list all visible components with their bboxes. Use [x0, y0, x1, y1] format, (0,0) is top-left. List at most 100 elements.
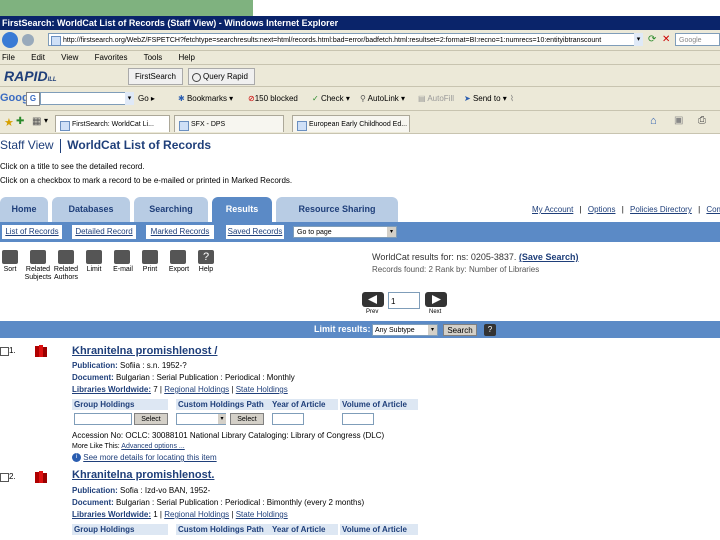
menu-file[interactable]: File [2, 53, 15, 62]
google-search-input[interactable] [40, 92, 134, 105]
bookmarks-button[interactable]: ✱ Bookmarks ▾ [178, 92, 233, 106]
search-box[interactable]: Google [675, 33, 720, 46]
advanced-options-link[interactable]: Advanced options ... [121, 443, 184, 450]
check-icon: ✓ [312, 94, 319, 103]
rapid-logo[interactable]: RAPIDILL [4, 68, 57, 84]
autolink-button[interactable]: ⚲ AutoLink ▾ [360, 92, 405, 106]
print-icon[interactable]: ⎙ [698, 115, 706, 126]
firstsearch-button[interactable]: FirstSearch [128, 68, 183, 85]
menu-help[interactable]: Help [179, 53, 195, 62]
send-to-button[interactable]: ➤ Send to ▾ [464, 92, 507, 106]
document-field: Document: Bulgarian : Serial Publication… [72, 498, 364, 507]
back-icon[interactable] [2, 32, 18, 48]
tab-databases[interactable]: Databases [52, 197, 130, 222]
query-rapid-button[interactable]: Query Rapid [188, 68, 255, 85]
google-go-label: Go [138, 94, 149, 103]
goto-page-select[interactable]: Go to page ▾ [293, 226, 397, 238]
subtab-detailed-record[interactable]: Detailed Record [72, 225, 136, 239]
volume-of-article-input[interactable] [342, 413, 374, 425]
my-account-link[interactable]: My Account [532, 205, 573, 214]
tab-home[interactable]: Home [0, 197, 48, 222]
limit-help-text: ? [487, 325, 493, 334]
tab-list-icon[interactable]: ▦ [32, 116, 41, 127]
limit-help-icon[interactable]: ? [484, 324, 496, 336]
state-holdings-link[interactable]: State Holdings [236, 510, 288, 519]
see-more-details-link[interactable]: See more details for locating this item [83, 453, 216, 462]
limit-icon[interactable] [86, 250, 102, 264]
record-title-link[interactable]: Khranitelna promishlenost. [72, 469, 214, 481]
add-favorites-icon[interactable]: ✚ [16, 116, 24, 127]
year-of-article-input[interactable] [272, 413, 304, 425]
instructions: Click on a title to see the detailed rec… [0, 160, 292, 188]
tab-searching[interactable]: Searching [134, 197, 208, 222]
tab-resource-sharing[interactable]: Resource Sharing [276, 197, 398, 222]
menu-tools[interactable]: Tools [144, 53, 163, 62]
next-page-button[interactable] [425, 292, 447, 307]
send-icon: ➤ [464, 94, 471, 103]
staff-view-label: Staff View [0, 138, 54, 152]
print-tool-icon[interactable] [142, 250, 158, 264]
browser-tab-firstsearch[interactable]: FirstSearch: WorldCat Li... [55, 115, 170, 132]
autofill-button[interactable]: ▤ AutoFill [418, 92, 454, 106]
email-icon[interactable] [114, 250, 130, 264]
related-subjects-icon[interactable] [30, 250, 46, 264]
window-title-bar: FirstSearch: WorldCat List of Records (S… [0, 16, 720, 30]
popup-blocked-button[interactable]: ⊘150 blocked [248, 92, 298, 106]
subtab-list-of-records[interactable]: List of Records [2, 225, 62, 239]
google-g-icon[interactable]: G [26, 92, 40, 106]
options-link[interactable]: Options [588, 205, 616, 214]
select-group-button[interactable]: Select [134, 413, 168, 425]
favorites-star-icon[interactable]: ★ [4, 116, 14, 129]
desktop-background [0, 0, 253, 16]
accession-field: Accession No: OCLC: 30088101 National Li… [72, 431, 384, 440]
sort-icon[interactable] [2, 250, 18, 264]
limit-search-button[interactable]: Search [443, 324, 477, 336]
document-value: Bulgarian : Serial Publication : Periodi… [116, 498, 365, 507]
google-search-dropdown-icon[interactable]: ▾ [125, 92, 134, 105]
libraries-worldwide-link[interactable]: Libraries Worldwide: [72, 385, 151, 394]
goto-page-text: Go to page [297, 229, 332, 236]
browser-tab-european[interactable]: European Early Childhood Ed... [292, 115, 410, 132]
home-icon[interactable]: ⌂ [650, 115, 657, 127]
tab-dropdown-icon[interactable]: ▾ [44, 116, 48, 125]
record-checkbox[interactable] [0, 347, 9, 356]
regional-holdings-link[interactable]: Regional Holdings [164, 510, 229, 519]
tab-results[interactable]: Results [212, 197, 272, 222]
address-dropdown-icon[interactable]: ▾ [634, 33, 643, 46]
state-holdings-link[interactable]: State Holdings [236, 385, 288, 394]
save-search-link[interactable]: (Save Search) [519, 252, 579, 262]
comments-link[interactable]: Comments [706, 205, 720, 214]
record-title-link[interactable]: Khranitelna promishlenost / [72, 345, 217, 357]
page-title: WorldCat List of Records [67, 138, 212, 152]
related-authors-icon[interactable] [58, 250, 74, 264]
subtab-saved-records[interactable]: Saved Records [226, 225, 284, 239]
menu-view[interactable]: View [61, 53, 78, 62]
policies-directory-link[interactable]: Policies Directory [630, 205, 692, 214]
feeds-icon[interactable]: ▣ [674, 115, 683, 126]
page-number-input[interactable]: 1 [388, 292, 420, 309]
paperclip-icon[interactable]: ⌇ [510, 92, 514, 106]
address-bar[interactable]: http://firstsearch.org/WebZ/FSPETCH?fetc… [48, 33, 642, 46]
document-field: Document: Bulgarian : Serial Publication… [72, 373, 295, 382]
volume-of-article-header: Volume of Article [340, 399, 418, 410]
regional-holdings-link[interactable]: Regional Holdings [164, 385, 229, 394]
google-go-button[interactable]: Go ▸ [138, 92, 155, 106]
subtab-marked-records[interactable]: Marked Records [146, 225, 214, 239]
prev-page-button[interactable] [362, 292, 384, 307]
refresh-icon[interactable]: ⟳ [648, 34, 656, 45]
group-holdings-select[interactable] [74, 413, 132, 425]
select-custom-button[interactable]: Select [230, 413, 264, 425]
stop-icon[interactable]: ✕ [662, 34, 670, 45]
libraries-worldwide-link[interactable]: Libraries Worldwide: [72, 510, 151, 519]
forward-icon[interactable] [22, 34, 34, 46]
spell-check-button[interactable]: ✓ Check ▾ [312, 92, 350, 106]
help-icon[interactable]: ? [198, 250, 214, 264]
custom-holdings-dropdown-icon: ▾ [218, 414, 226, 424]
record-number: 2. [9, 472, 16, 481]
menu-favorites[interactable]: Favorites [95, 53, 128, 62]
record-checkbox[interactable] [0, 473, 9, 482]
menu-edit[interactable]: Edit [31, 53, 45, 62]
browser-tab-sfx[interactable]: SFX - DPS [174, 115, 284, 132]
subtype-select[interactable]: Any Subtype ▾ [372, 324, 438, 336]
export-icon[interactable] [170, 250, 186, 264]
